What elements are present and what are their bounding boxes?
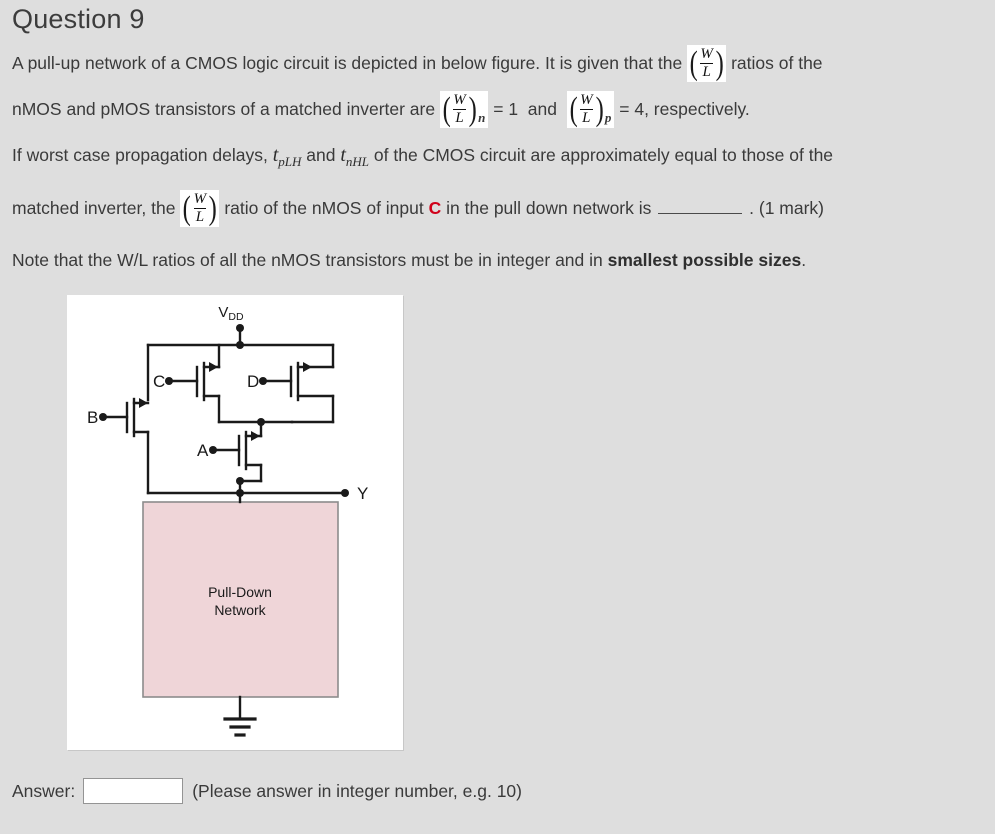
wl-stack: WL	[193, 192, 208, 225]
wl-stack: WL	[452, 93, 467, 126]
paragraph4-text-1: matched inverter, the	[12, 198, 176, 218]
answer-label: Answer:	[12, 780, 76, 801]
paragraph2-text-1: nMOS and pMOS transistors of a matched i…	[12, 99, 436, 119]
note-emphasis: smallest possible sizes	[607, 250, 802, 270]
vdd-label-text: V	[218, 304, 228, 321]
wl-fraction-1: (W L)	[687, 44, 727, 82]
paragraph2-and: and	[527, 99, 557, 119]
close-paren: )	[468, 90, 477, 128]
wl-fraction-p: (W L) p	[566, 90, 615, 128]
a-input-dot	[209, 446, 217, 454]
paragraph4-text-2: ratio of the nMOS of input	[224, 198, 424, 218]
gate-label-a: A	[197, 441, 209, 460]
common-node-dot	[257, 418, 265, 426]
fraction-numerator: W	[193, 191, 207, 208]
t-plh-symbol: tpLH	[273, 144, 302, 169]
a-source-arrow	[251, 431, 260, 441]
wl-stack: WL	[579, 93, 594, 126]
output-junction-dot-lower	[236, 489, 244, 497]
fraction-numerator: W	[700, 46, 713, 63]
input-c-highlight: C	[428, 198, 442, 218]
paragraph3-and: and	[306, 145, 336, 165]
answer-input[interactable]	[83, 778, 184, 804]
gate-label-c: C	[153, 372, 165, 391]
answer-blank	[658, 199, 743, 214]
output-junction-dot-upper	[236, 477, 244, 485]
paragraph1-text-2: ratios of the	[731, 53, 823, 73]
paragraph3-text-1: If worst case propagation delays,	[12, 145, 268, 165]
close-paren: )	[715, 44, 724, 82]
wl-stack: WL	[699, 47, 714, 80]
c-source-arrow	[209, 362, 218, 372]
open-paren: (	[182, 189, 192, 227]
d-source-arrow	[303, 362, 312, 372]
paragraph1-text-1: A pull-up network of a CMOS logic circui…	[12, 53, 683, 73]
c-input-dot	[165, 377, 173, 385]
fraction-denominator: L	[195, 209, 205, 226]
paragraph2-eq-2: = 4, respectively.	[619, 99, 750, 119]
pulldown-label-line1: Pull-Down	[208, 584, 272, 600]
circuit-figure: VDD B C D A Y Pull-Down Network	[67, 295, 403, 750]
subscript-n: n	[478, 109, 488, 125]
subscript-p: p	[604, 109, 614, 125]
circuit-diagram-svg: VDD B C D A Y Pull-Down Network	[87, 304, 368, 737]
question-paragraph-1: A pull-up network of a CMOS logic circui…	[12, 40, 983, 86]
vdd-label-subscript: DD	[228, 311, 244, 323]
open-paren: (	[689, 44, 698, 82]
note-text-1: Note that the W/L ratios of all the nMOS…	[12, 250, 603, 270]
fraction-denominator: L	[582, 110, 591, 127]
question-paragraph-2: nMOS and pMOS transistors of a matched i…	[12, 86, 983, 132]
t-nhl-subscript: nHL	[345, 154, 370, 169]
gate-label-b: B	[87, 408, 98, 427]
wl-fraction-n: (W L) n	[439, 90, 489, 128]
question-paragraph-3: If worst case propagation delays, tpLH a…	[12, 132, 983, 185]
output-label-y: Y	[357, 484, 368, 503]
paragraph2-eq-1: = 1	[493, 99, 519, 119]
question-page: Question 9 A pull-up network of a CMOS l…	[0, 0, 995, 834]
answer-hint: (Please answer in integer number, e.g. 1…	[192, 780, 522, 801]
gate-label-d: D	[247, 372, 259, 391]
question-paragraph-4: matched inverter, the (W L) ratio of the …	[12, 185, 983, 231]
t-nhl-symbol: tnHL	[340, 144, 370, 169]
paragraph4-text-3: in the pull down network is	[446, 198, 652, 218]
wl-fraction-2: (W L)	[180, 189, 220, 227]
fraction-numerator: W	[580, 92, 593, 109]
close-paren: )	[595, 90, 604, 128]
note-period: .	[801, 250, 807, 270]
open-paren: (	[569, 90, 578, 128]
pulldown-label-line2: Network	[214, 602, 266, 618]
answer-row: Answer: (Please answer in integer number…	[12, 778, 522, 804]
y-terminal-dot	[341, 489, 349, 497]
vdd-junction-dot	[236, 341, 244, 349]
fraction-denominator: L	[702, 64, 711, 81]
d-input-dot	[259, 377, 267, 385]
paragraph3-text-2: of the CMOS circuit are approximately eq…	[373, 145, 834, 165]
b-source-arrow	[139, 398, 148, 408]
question-note: Note that the W/L ratios of all the nMOS…	[12, 231, 983, 273]
fraction-denominator: L	[455, 110, 464, 127]
vdd-label: VDD	[218, 304, 244, 323]
close-paren: )	[208, 189, 217, 227]
paragraph4-marks: . (1 mark)	[749, 198, 825, 218]
page-title: Question 9	[12, 4, 145, 34]
fraction-numerator: W	[453, 92, 466, 109]
t-plh-subscript: pLH	[278, 154, 302, 169]
open-paren: (	[442, 90, 451, 128]
vdd-terminal-dot	[236, 324, 244, 332]
b-input-dot	[99, 413, 107, 421]
